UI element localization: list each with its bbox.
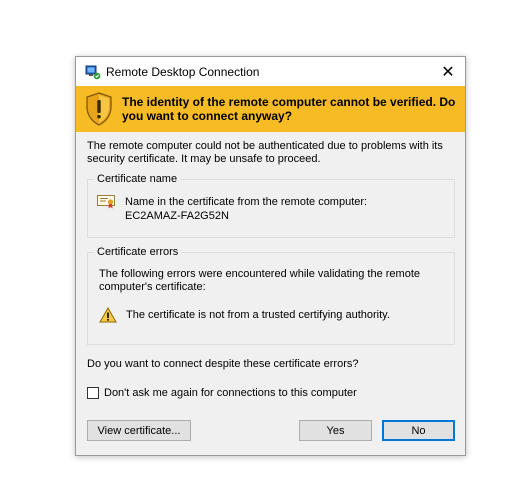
certificate-errors-label: Certificate errors (94, 246, 182, 259)
shield-icon (85, 92, 113, 126)
close-button[interactable]: ✕ (431, 57, 465, 86)
question-text: Do you want to connect despite these cer… (87, 358, 359, 370)
certificate-name-label: Certificate name (94, 173, 181, 186)
yes-button[interactable]: Yes (299, 420, 372, 441)
warning-banner: The identity of the remote computer cann… (76, 86, 465, 132)
certificate-errors-intro: The following errors were encountered wh… (99, 268, 421, 293)
banner-text: The identity of the remote computer cann… (122, 95, 456, 123)
dont-ask-again-checkbox-row[interactable]: Don't ask me again for connections to th… (87, 387, 357, 399)
title-bar[interactable]: Remote Desktop Connection ✕ (76, 57, 465, 86)
certificate-errors-group: Certificate errors The following errors … (87, 246, 455, 345)
remote-desktop-icon (85, 64, 101, 80)
warning-icon (99, 306, 117, 323)
certificate-name-value: EC2AMAZ-FA2G52N (125, 210, 229, 222)
dont-ask-again-label[interactable]: Don't ask me again for connections to th… (104, 387, 357, 399)
description-text: The remote computer could not be authent… (87, 140, 443, 165)
dont-ask-again-checkbox[interactable] (87, 387, 99, 399)
rdp-certificate-dialog: Remote Desktop Connection ✕ The identity… (75, 56, 466, 456)
window-title: Remote Desktop Connection (106, 65, 260, 79)
no-button[interactable]: No (382, 420, 455, 441)
certificate-name-group: Certificate name Name in the certificate… (87, 173, 455, 238)
close-icon: ✕ (441, 63, 455, 81)
certificate-name-line: Name in the certificate from the remote … (125, 196, 368, 208)
certificate-icon (97, 195, 115, 209)
view-certificate-button[interactable]: View certificate... (87, 420, 191, 441)
certificate-error-item: The certificate is not from a trusted ce… (126, 309, 390, 321)
certificate-name-text: Name in the certificate from the remote … (125, 195, 367, 223)
